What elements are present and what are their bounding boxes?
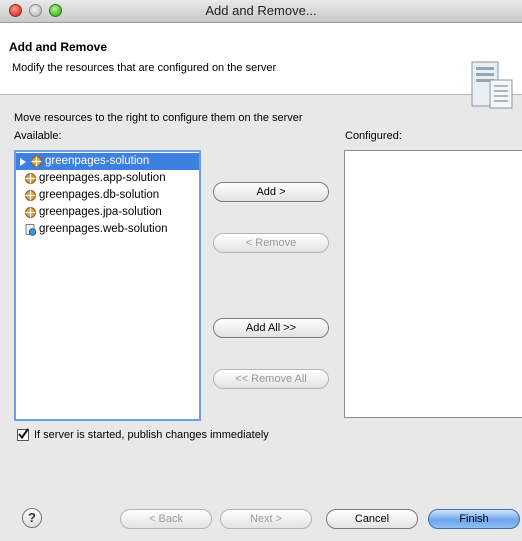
project-bundle-icon [31,156,42,167]
bundle-icon [25,207,36,218]
bundle-icon [25,173,36,184]
available-list[interactable]: greenpages-solution greenpages.app-solut… [14,150,201,421]
list-item[interactable]: greenpages.db-solution [16,187,199,204]
list-item[interactable]: greenpages-solution [16,153,199,170]
list-item-label: greenpages.db-solution [39,189,160,201]
wizard-header: Add and Remove Modify the resources that… [0,23,522,109]
available-label: Available: [14,130,62,142]
remove-all-button[interactable]: << Remove All [213,369,329,389]
list-item-label: greenpages.app-solution [39,172,166,184]
list-item-label: greenpages-solution [45,155,150,167]
publish-checkbox-label: If server is started, publish changes im… [34,429,269,441]
add-button[interactable]: Add > [213,182,329,202]
cancel-button[interactable]: Cancel [326,509,418,529]
add-all-button[interactable]: Add All >> [213,318,329,338]
server-banner-icon [471,61,513,109]
bundle-icon [25,190,36,201]
next-button[interactable]: Next > [220,509,312,529]
page-title: Add and Remove [9,40,108,54]
remove-button[interactable]: < Remove [213,233,329,253]
list-item[interactable]: greenpages.web-solution [16,221,199,238]
back-button[interactable]: < Back [120,509,212,529]
page-description: Modify the resources that are configured… [12,62,277,74]
help-button[interactable]: ? [22,508,42,528]
list-item[interactable]: greenpages.jpa-solution [16,204,199,221]
configured-label: Configured: [345,130,402,142]
publish-checkbox[interactable] [17,428,29,441]
configured-list[interactable] [344,150,522,418]
list-item[interactable]: greenpages.app-solution [16,170,199,187]
window-title: Add and Remove... [205,3,317,18]
instruction-text: Move resources to the right to configure… [14,112,303,124]
finish-button[interactable]: Finish [428,509,520,529]
list-item-label: greenpages.jpa-solution [39,206,162,218]
list-item-label: greenpages.web-solution [39,223,168,235]
checkmark-icon [18,428,29,440]
title-bar: Add and Remove... [0,0,522,23]
web-bundle-icon [25,224,37,236]
expand-triangle-icon[interactable] [20,158,26,166]
